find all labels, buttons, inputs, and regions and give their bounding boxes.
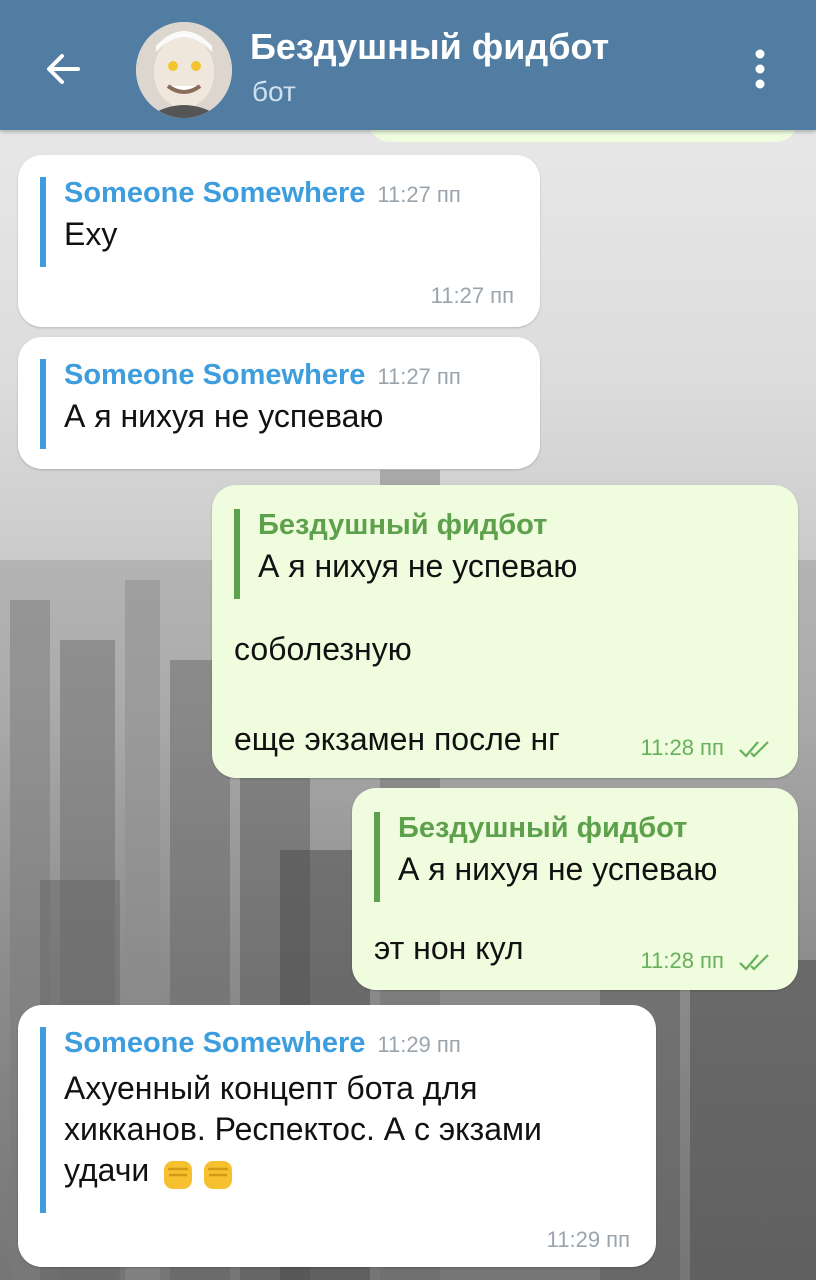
message-bubble-incoming[interactable]: Someone Somewhere 11:27 пп А я нихуя не у… bbox=[18, 337, 540, 469]
reply-quote[interactable]: Someone Somewhere 11:29 пп Ахуенный конце… bbox=[40, 1027, 542, 1213]
raised-fist-emoji-icon bbox=[164, 1160, 193, 1189]
chat-header: Бездушный фидбот бот bbox=[0, 0, 816, 130]
message-text-line: соболезную bbox=[234, 631, 412, 667]
quote-author: Someone Somewhere bbox=[64, 359, 366, 391]
quote-time: 11:27 пп bbox=[377, 364, 461, 389]
avatar[interactable] bbox=[136, 22, 232, 118]
quote-author: Someone Somewhere bbox=[64, 177, 366, 209]
message-time: 11:29 пп bbox=[546, 1227, 630, 1252]
message-bubble-incoming[interactable]: Someone Somewhere 11:29 пп Ахуенный конце… bbox=[18, 1005, 656, 1267]
quote-author: Someone Somewhere bbox=[64, 1027, 366, 1059]
message-text-line: эт нон кул bbox=[374, 930, 524, 966]
more-vertical-icon[interactable] bbox=[742, 44, 778, 94]
quote-time: 11:29 пп bbox=[377, 1032, 461, 1057]
message-bubble-outgoing[interactable]: Бездушный фидбот А я нихуя не успеваю со… bbox=[212, 485, 798, 778]
double-check-icon bbox=[739, 954, 769, 971]
message-bubble-incoming[interactable]: Someone Somewhere 11:27 пп Exy 11:27 пп bbox=[18, 155, 540, 327]
reply-quote[interactable]: Бездушный фидбот А я нихуя не успеваю bbox=[374, 812, 717, 902]
chat-title[interactable]: Бездушный фидбот bbox=[250, 26, 609, 68]
quote-text-line: Ахуенный концепт бота для bbox=[64, 1070, 478, 1106]
quote-text: А я нихуя не успеваю bbox=[398, 851, 718, 887]
message-bubble-outgoing[interactable]: Бездушный фидбот А я нихуя не успеваю эт… bbox=[352, 788, 798, 990]
message-time: 11:28 пп bbox=[640, 948, 724, 973]
reply-quote[interactable]: Бездушный фидбот А я нихуя не успеваю bbox=[234, 509, 577, 599]
quote-author: Бездушный фидбот bbox=[398, 812, 688, 844]
double-check-icon bbox=[739, 741, 769, 758]
message-text-line: еще экзамен после нг bbox=[234, 721, 560, 757]
quote-text-line: хикканов. Респектос. А с экзами bbox=[64, 1111, 542, 1147]
message-time: 11:28 пп bbox=[640, 735, 724, 760]
raised-fist-emoji-icon bbox=[204, 1160, 233, 1189]
quote-text: Exy bbox=[64, 216, 118, 252]
quote-text-line: удачи bbox=[64, 1152, 150, 1188]
quote-time: 11:27 пп bbox=[377, 182, 461, 207]
arrow-left-icon[interactable] bbox=[38, 44, 88, 94]
quote-text: А я нихуя не успеваю bbox=[258, 548, 578, 584]
quote-text: А я нихуя не успеваю bbox=[64, 398, 384, 434]
message-time: 11:27 пп bbox=[430, 283, 514, 308]
reply-quote[interactable]: Someone Somewhere 11:27 пп А я нихуя не у… bbox=[40, 359, 461, 449]
quote-author: Бездушный фидбот bbox=[258, 509, 548, 541]
chat-subtitle: бот bbox=[252, 76, 296, 107]
reply-quote[interactable]: Someone Somewhere 11:27 пп Exy bbox=[40, 177, 461, 267]
